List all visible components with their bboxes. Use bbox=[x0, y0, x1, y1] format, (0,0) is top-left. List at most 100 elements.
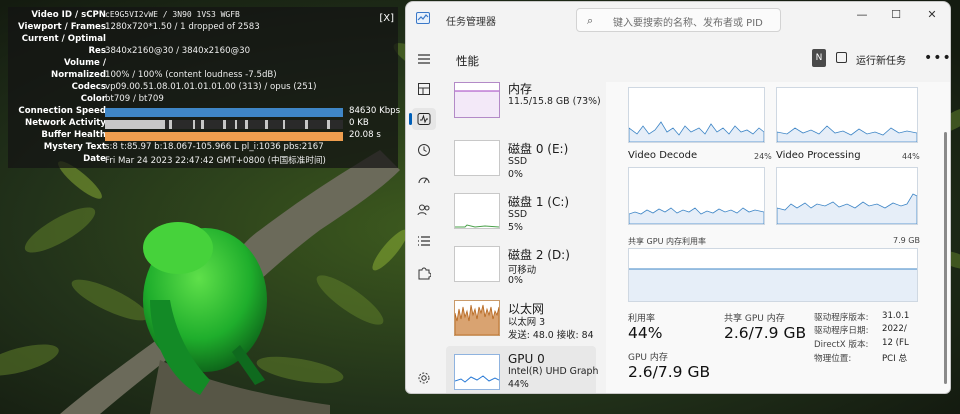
stats-value: 1280x720*1.50 / 1 dropped of 2583 bbox=[105, 22, 260, 32]
stats-row-date: Date Fri Mar 24 2023 22:47:42 GMT+0800 (… bbox=[8, 154, 398, 166]
stats-row-color: Color bt709 / bt709 bbox=[8, 94, 398, 106]
engine-graph-copy-line bbox=[776, 125, 918, 143]
nav-processes[interactable] bbox=[412, 78, 436, 100]
search-icon: ⌕ bbox=[587, 14, 594, 27]
task-manager-app-icon bbox=[416, 12, 430, 24]
driver-version-label: 驱动程序版本: bbox=[814, 313, 869, 323]
gpu-thumbnail bbox=[454, 354, 500, 390]
stats-label: Codecs bbox=[71, 82, 106, 92]
new-task-icon bbox=[836, 52, 847, 63]
stats-label: Connection Speed bbox=[18, 106, 106, 116]
device-model: Intel(R) UHD Graph bbox=[508, 366, 599, 377]
connection-speed-bar bbox=[105, 108, 343, 117]
buffer-health-bar bbox=[105, 132, 343, 141]
maximize-button[interactable]: ☐ bbox=[884, 8, 908, 24]
directx-version-value: 12 (FL bbox=[882, 338, 909, 348]
search-input[interactable]: ⌕ 键入要搜索的名称、发布者或 PID bbox=[576, 8, 781, 32]
shared-memory-graph bbox=[628, 248, 918, 302]
device-throughput: 发送: 48.0 接收: 84 bbox=[508, 330, 594, 341]
stats-label: Video ID / sCPN bbox=[31, 10, 106, 20]
memory-sparkline bbox=[455, 90, 499, 117]
nav-performance[interactable] bbox=[409, 108, 436, 130]
device-type: SSD bbox=[508, 156, 528, 167]
nav-details[interactable] bbox=[412, 230, 436, 252]
stats-for-nerds-panel: [X] Video ID / sCPN cE9G5VI2vWE / 3N90 1… bbox=[8, 7, 400, 168]
gpu-memory-label: GPU 内存 bbox=[628, 353, 668, 363]
stats-label: Mystery Text bbox=[43, 142, 106, 152]
device-detail: 11.5/15.8 GB (73%) bbox=[508, 96, 601, 107]
stats-label: Volume / bbox=[63, 58, 106, 68]
title-bar[interactable]: 任务管理器 ⌕ 键入要搜索的名称、发布者或 PID — ☐ ✕ bbox=[406, 2, 950, 36]
driver-date-label: 驱动程序日期: bbox=[814, 326, 869, 336]
nav-users[interactable] bbox=[412, 199, 436, 221]
physical-location-label: 物理位置: bbox=[814, 354, 852, 364]
device-disk-0[interactable]: 磁盘 0 (E:) SSD 0% bbox=[446, 134, 596, 186]
device-disk-2[interactable]: 磁盘 2 (D:) 可移动 0% bbox=[446, 240, 596, 292]
stats-value: s:8 t:85.97 b:18.067-105.966 L pl_i:1036… bbox=[105, 142, 324, 152]
memory-thumbnail bbox=[454, 82, 500, 118]
stats-row-normalized: Normalized 100% / 100% (content loudness… bbox=[8, 70, 398, 82]
disk-thumbnail bbox=[454, 193, 500, 229]
services-puzzle-icon bbox=[418, 267, 431, 280]
page-title: 性能 bbox=[456, 54, 479, 68]
more-options-button[interactable]: ••• bbox=[924, 50, 950, 66]
details-list-icon bbox=[418, 236, 430, 246]
utilization-label: 利用率 bbox=[628, 314, 656, 324]
gpu-sparkline bbox=[454, 375, 500, 383]
stats-label: Color bbox=[80, 94, 106, 104]
nav-startup-apps[interactable] bbox=[412, 169, 436, 191]
hamburger-icon bbox=[418, 54, 430, 64]
stats-value: bt709 / bt709 bbox=[105, 94, 164, 104]
stats-label: Buffer Health bbox=[41, 130, 106, 140]
stats-row-current-optimal: Current / Optimal bbox=[8, 34, 398, 46]
video-processing-line bbox=[776, 193, 918, 225]
device-list: 内存 11.5/15.8 GB (73%) 磁盘 0 (E:) SSD 0% 磁… bbox=[444, 82, 604, 393]
nav-settings[interactable] bbox=[412, 367, 436, 389]
disk-thumbnail bbox=[454, 246, 500, 282]
device-gpu-0[interactable]: GPU 0 Intel(R) UHD Graph 44% bbox=[446, 346, 599, 393]
stats-value: 3840x2160@30 / 3840x2160@30 bbox=[105, 46, 251, 56]
stats-label: Network Activity bbox=[25, 118, 106, 128]
device-memory[interactable]: 内存 11.5/15.8 GB (73%) bbox=[446, 82, 601, 126]
engine-title-video-decode: Video Decode bbox=[628, 150, 698, 161]
engine-graph-3d bbox=[628, 87, 765, 143]
close-button[interactable]: ✕ bbox=[920, 8, 944, 24]
driver-version-value: 31.0.1 bbox=[882, 311, 910, 321]
history-icon bbox=[418, 144, 430, 156]
processes-icon bbox=[418, 83, 430, 95]
device-name: 内存 bbox=[508, 82, 533, 96]
minimize-button[interactable]: — bbox=[850, 8, 874, 24]
task-manager-window: 任务管理器 ⌕ 键入要搜索的名称、发布者或 PID — ☐ ✕ 性能 N 运行新… bbox=[405, 1, 951, 394]
directx-version-label: DirectX 版本: bbox=[814, 340, 869, 350]
nav-services[interactable] bbox=[412, 262, 436, 284]
nav-app-history[interactable] bbox=[412, 139, 436, 161]
stats-row-connection-speed: Connection Speed 84630 Kbps bbox=[8, 106, 400, 118]
run-new-task-label: 运行新任务 bbox=[856, 56, 906, 67]
device-name: GPU 0 bbox=[508, 352, 545, 366]
engine-graph-3d-line bbox=[628, 121, 765, 143]
user-badge: N bbox=[812, 49, 826, 67]
engine-graph-copy bbox=[776, 87, 918, 143]
users-icon bbox=[417, 204, 430, 216]
detail-scrollbar[interactable] bbox=[944, 132, 947, 384]
engine-title-video-processing: Video Processing bbox=[776, 150, 861, 161]
device-disk-1[interactable]: 磁盘 1 (C:) SSD 5% bbox=[446, 187, 596, 239]
device-name: 磁盘 0 (E:) bbox=[508, 142, 569, 156]
navigation-rail bbox=[406, 36, 442, 393]
device-usage: 0% bbox=[508, 169, 523, 180]
device-usage: 44% bbox=[508, 379, 529, 390]
hamburger-menu-button[interactable] bbox=[412, 48, 436, 70]
stats-value: 100% / 100% (content loudness -7.5dB) bbox=[105, 70, 277, 80]
ethernet-thumbnail bbox=[454, 300, 500, 336]
device-ethernet[interactable]: 以太网 以太网 3 发送: 48.0 接收: 84 bbox=[446, 294, 596, 346]
shared-memory-graph-max: 7.9 GB bbox=[893, 236, 920, 245]
utilization-value: 44% bbox=[628, 324, 663, 342]
shared-gpu-memory-value: 2.6/7.9 GB bbox=[724, 324, 807, 342]
stats-label: Viewport / Frames bbox=[18, 22, 106, 32]
driver-date-value: 2022/ bbox=[882, 324, 907, 334]
engine-graph-video-decode bbox=[628, 167, 765, 225]
stats-row-video-id: Video ID / sCPN cE9G5VI2vWE / 3N90 1VS3 … bbox=[8, 10, 398, 22]
gpu-memory-value: 2.6/7.9 GB bbox=[628, 363, 711, 381]
physical-location-value: PCI 总 bbox=[882, 354, 908, 364]
device-name: 磁盘 1 (C:) bbox=[508, 195, 570, 209]
